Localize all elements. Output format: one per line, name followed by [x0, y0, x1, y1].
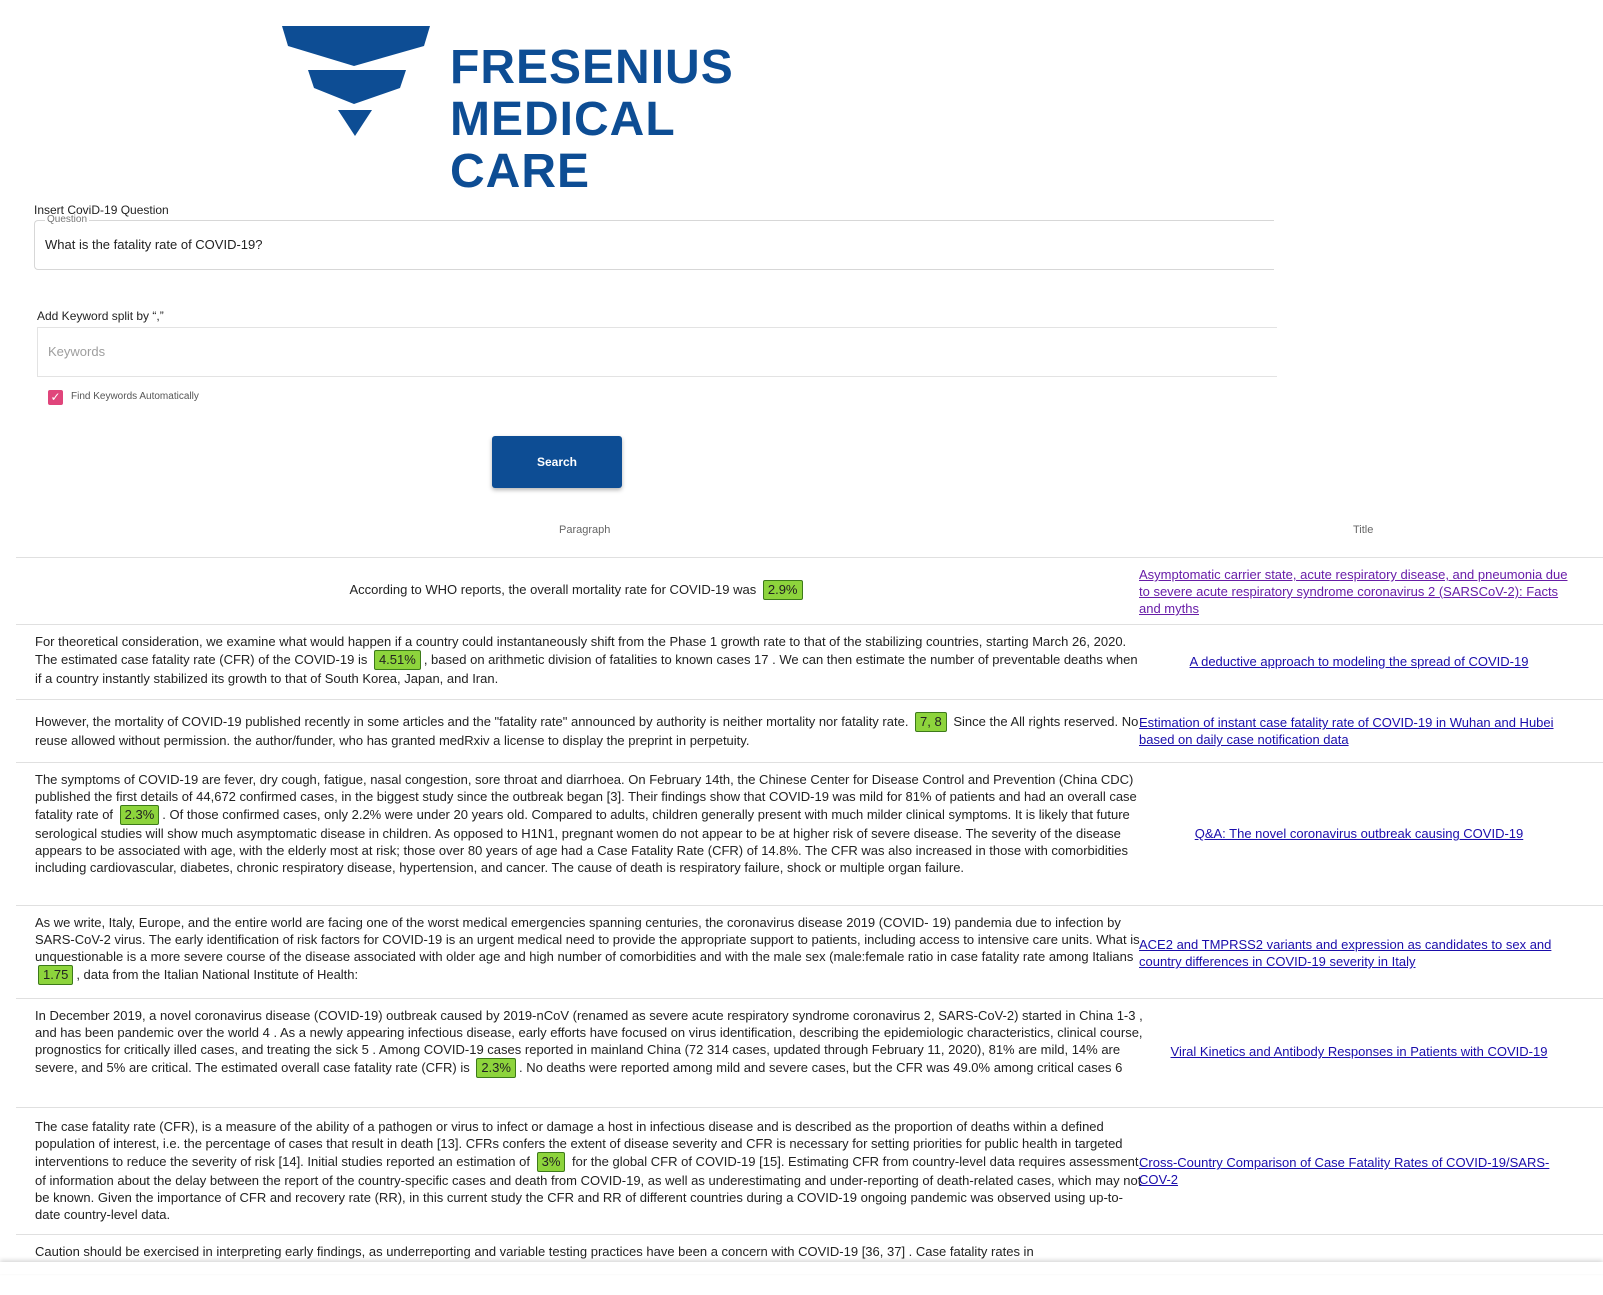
title-cell: ACE2 and TMPRSS2 variants and expression…: [1139, 936, 1579, 970]
paragraph-cell: The symptoms of COVID-19 are fever, dry …: [35, 771, 1145, 876]
title-link[interactable]: A deductive approach to modeling the spr…: [1190, 654, 1529, 669]
question-input[interactable]: Question What is the fatality rate of CO…: [34, 214, 1274, 270]
logo-line-1: FRESENIUS: [450, 41, 734, 94]
paragraph-text-before: However, the mortality of COVID-19 publi…: [35, 714, 913, 729]
table-row: According to WHO reports, the overall mo…: [16, 558, 1603, 625]
logo-line-2: MEDICAL CARE: [450, 93, 675, 198]
table-row: In December 2019, a novel coronavirus di…: [16, 999, 1603, 1108]
title-link[interactable]: ACE2 and TMPRSS2 variants and expression…: [1139, 937, 1551, 969]
answer-highlight: 2.3%: [119, 805, 160, 825]
title-cell: Asymptomatic carrier state, acute respir…: [1139, 566, 1579, 617]
paragraph-text-before: As we write, Italy, Europe, and the enti…: [35, 915, 1140, 964]
title-cell: Estimation of instant case fatality rate…: [1139, 714, 1579, 748]
question-value: What is the fatality rate of COVID-19?: [45, 237, 263, 252]
title-link[interactable]: Q&A: The novel coronavirus outbreak caus…: [1195, 826, 1524, 841]
paragraph-text-before: Caution should be exercised in interpret…: [35, 1244, 1034, 1259]
title-cell: Viral Kinetics and Antibody Responses in…: [1139, 1043, 1579, 1060]
keywords-input[interactable]: Keywords: [37, 327, 1277, 377]
keywords-placeholder: Keywords: [48, 344, 106, 359]
paragraph-cell: However, the mortality of COVID-19 publi…: [35, 712, 1145, 749]
answer-highlight: 2.3%: [476, 1058, 516, 1078]
table-row: As we write, Italy, Europe, and the enti…: [16, 906, 1603, 999]
column-header-title[interactable]: Title: [1353, 524, 1373, 536]
column-header-paragraph[interactable]: Paragraph: [559, 524, 610, 536]
paragraph-cell: The case fatality rate (CFR), is a measu…: [35, 1118, 1145, 1223]
answer-highlight: 7, 8: [915, 712, 947, 732]
answer-highlight: 4.51%: [373, 650, 421, 670]
paragraph-text-after: . Of those confirmed cases, only 2.2% we…: [35, 807, 1130, 875]
title-cell: A deductive approach to modeling the spr…: [1139, 653, 1579, 670]
paragraph-cell: In December 2019, a novel coronavirus di…: [35, 1007, 1145, 1078]
paragraph-cell: For theoretical consideration, we examin…: [35, 633, 1145, 687]
company-logo: FRESENIUS MEDICAL CARE: [282, 24, 822, 198]
paragraph-text-after: . No deaths were reported among mild and…: [518, 1060, 1123, 1075]
table-row: For theoretical consideration, we examin…: [16, 625, 1603, 700]
title-link[interactable]: Asymptomatic carrier state, acute respir…: [1139, 567, 1568, 616]
answer-highlight: 3%: [536, 1152, 566, 1172]
auto-keywords-checkbox[interactable]: ✓: [48, 390, 63, 405]
paragraph-cell: Caution should be exercised in interpret…: [35, 1243, 1145, 1260]
table-row: The symptoms of COVID-19 are fever, dry …: [16, 763, 1603, 906]
logo-chevron-icon: [282, 26, 430, 136]
paragraph-cell: As we write, Italy, Europe, and the enti…: [35, 914, 1145, 985]
table-row: However, the mortality of COVID-19 publi…: [16, 700, 1603, 763]
question-legend: Question: [45, 214, 90, 225]
title-link[interactable]: Viral Kinetics and Antibody Responses in…: [1171, 1044, 1548, 1059]
paragraph-text-after: , data from the Italian National Institu…: [76, 967, 359, 982]
title-cell: Cross-Country Comparison of Case Fatalit…: [1139, 1154, 1579, 1188]
answer-highlight: 1.75: [38, 965, 74, 985]
logo-wordmark: FRESENIUS MEDICAL CARE: [450, 42, 822, 198]
answer-highlight: 2.9%: [762, 580, 803, 600]
keywords-field-title: Add Keyword split by “,”: [37, 309, 164, 323]
viewport-bottom-edge: [0, 1262, 1603, 1274]
title-link[interactable]: Cross-Country Comparison of Case Fatalit…: [1139, 1155, 1549, 1187]
table-row: The case fatality rate (CFR), is a measu…: [16, 1108, 1603, 1235]
title-link[interactable]: Estimation of instant case fatality rate…: [1139, 715, 1554, 747]
paragraph-text-before: According to WHO reports, the overall mo…: [349, 582, 760, 597]
results-table: According to WHO reports, the overall mo…: [16, 558, 1603, 1295]
search-button[interactable]: Search: [492, 436, 622, 488]
title-cell: Q&A: The novel coronavirus outbreak caus…: [1139, 825, 1579, 842]
paragraph-cell: According to WHO reports, the overall mo…: [16, 580, 1139, 600]
auto-keywords-label: Find Keywords Automatically: [71, 391, 199, 402]
